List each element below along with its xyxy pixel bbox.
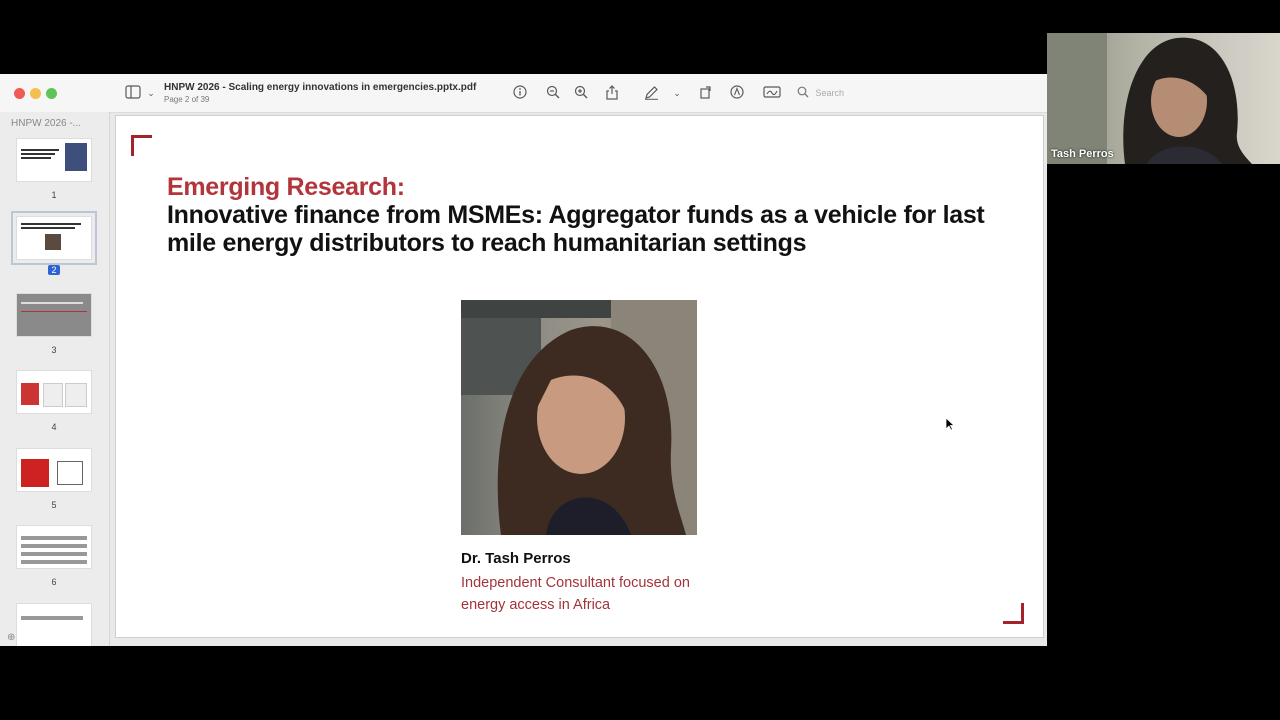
chevron-down-icon[interactable]: ⌄ <box>669 85 685 101</box>
titlebar: ⌄ HNPW 2026 - Scaling energy innovations… <box>0 74 1047 113</box>
thumbnail-number: 6 <box>51 577 57 587</box>
signature-icon[interactable] <box>763 85 781 101</box>
minimize-window-button[interactable] <box>30 88 41 99</box>
rotate-icon[interactable] <box>698 85 714 101</box>
slide-title: Innovative finance from MSMEs: Aggregato… <box>167 201 985 257</box>
thumbnail-number: 1 <box>51 190 57 200</box>
thumbnail-image <box>16 138 92 182</box>
thumbnail-7[interactable] <box>11 603 97 646</box>
thumbnail-image <box>16 448 92 492</box>
zoom-out-icon[interactable] <box>545 85 561 101</box>
chevron-down-icon[interactable]: ⌄ <box>143 85 159 101</box>
zoom-in-icon[interactable] <box>573 85 589 101</box>
share-icon[interactable] <box>604 85 620 101</box>
thumbnail-2[interactable]: 2 <box>11 211 97 278</box>
speaker-role: Independent Consultant focused on energy… <box>461 575 690 613</box>
search-placeholder: Search <box>815 88 845 98</box>
thumbnail-number: 5 <box>51 500 57 510</box>
webcam-participant-image <box>1047 33 1252 164</box>
annotate-icon[interactable] <box>729 85 745 101</box>
add-page-icon[interactable]: ⊕ <box>7 632 15 643</box>
zoom-window-button[interactable] <box>46 88 57 99</box>
thumbnail-image <box>11 211 97 265</box>
thumbnail-6[interactable]: 6 <box>11 525 97 587</box>
thumbnail-number: 3 <box>51 345 57 355</box>
sidebar-toggle-icon[interactable] <box>125 85 141 101</box>
document-title: HNPW 2026 - Scaling energy innovations i… <box>164 82 477 93</box>
thumbnail-number-selected: 2 <box>48 265 60 275</box>
participant-name: Tash Perros <box>1051 148 1114 160</box>
corner-bracket-top-left <box>131 135 152 156</box>
info-icon[interactable] <box>512 85 528 101</box>
markup-pen-icon[interactable] <box>643 85 659 101</box>
sidebar-title: HNPW 2026 -... <box>11 118 82 129</box>
thumbnail-image <box>16 370 92 414</box>
webcam-video: Tash Perros <box>1047 33 1280 164</box>
thumbnail-3[interactable]: 3 <box>11 293 97 355</box>
search-field[interactable]: Search <box>797 86 1027 102</box>
thumbnail-1[interactable]: 1 <box>11 138 97 200</box>
search-icon <box>797 86 809 100</box>
thumbnail-image <box>16 293 92 337</box>
speaker-photo <box>461 300 697 535</box>
thumbnail-image <box>16 525 92 569</box>
mouse-cursor-icon <box>945 417 956 436</box>
slide-kicker: Emerging Research: <box>167 173 405 201</box>
thumbnail-sidebar: HNPW 2026 -... 1 2 3 4 5 6 ⊕ <box>0 112 110 646</box>
thumbnail-number: 4 <box>51 422 57 432</box>
thumbnail-4[interactable]: 4 <box>11 370 97 432</box>
thumbnail-image <box>16 603 92 646</box>
page-indicator: Page 2 of 39 <box>164 95 210 104</box>
corner-bracket-bottom-right <box>1003 603 1024 624</box>
close-window-button[interactable] <box>14 88 25 99</box>
thumbnail-5[interactable]: 5 <box>11 448 97 510</box>
speaker-name: Dr. Tash Perros <box>461 550 571 567</box>
slide-canvas: Emerging Research: Innovative finance fr… <box>115 115 1044 638</box>
